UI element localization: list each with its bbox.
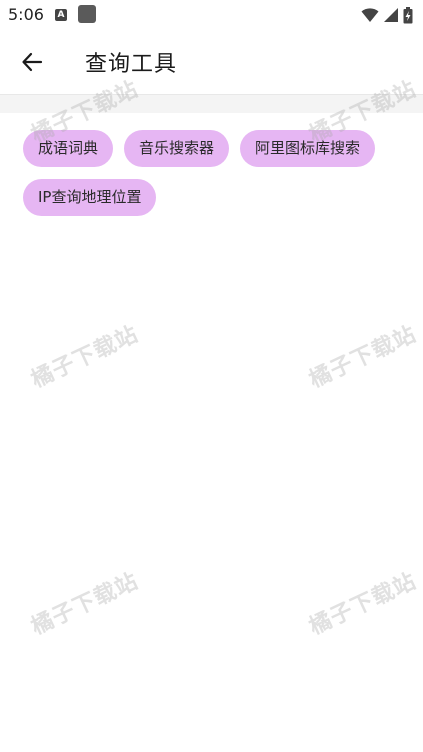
tool-chip-idiom-dictionary[interactable]: 成语词典 — [23, 130, 114, 167]
back-button[interactable] — [14, 44, 50, 80]
watermark: 橘子下载站 — [27, 321, 143, 394]
page-title: 查询工具 — [85, 52, 178, 77]
battery-icon — [403, 6, 413, 23]
notification-square-icon — [78, 5, 96, 23]
wifi-icon — [361, 8, 379, 22]
status-bar: 5:06 A — [0, 0, 423, 30]
cell-signal-icon — [384, 8, 398, 22]
section-divider — [0, 94, 423, 113]
tool-chip-music-search[interactable]: 音乐搜索器 — [124, 130, 230, 167]
tool-chip-ip-location[interactable]: IP查询地理位置 — [23, 179, 157, 216]
arrow-left-icon — [22, 52, 43, 72]
status-icons — [361, 6, 413, 24]
screen: 5:06 A 查询工具 成语词典 音乐搜索器 阿里图标库搜索 IP查询地理位置 … — [0, 0, 423, 752]
watermark: 橘子下载站 — [305, 321, 421, 394]
notification-app-icon: A — [55, 9, 67, 21]
tool-chip-iconfont-search[interactable]: 阿里图标库搜索 — [240, 130, 376, 167]
watermark: 橘子下载站 — [27, 568, 143, 641]
app-bar: 查询工具 — [0, 30, 423, 94]
status-time: 5:06 — [8, 5, 44, 24]
watermark: 橘子下载站 — [305, 568, 421, 641]
tool-chip-list: 成语词典 音乐搜索器 阿里图标库搜索 IP查询地理位置 — [23, 130, 403, 216]
